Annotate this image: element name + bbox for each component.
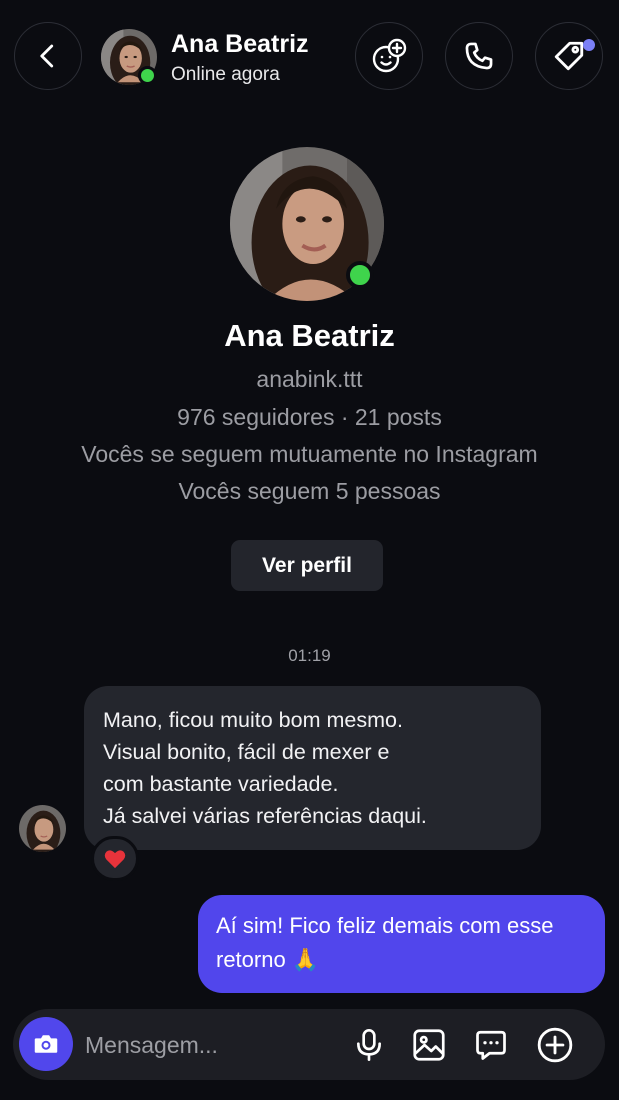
microphone-icon: [357, 1029, 381, 1061]
message-line: com bastante variedade.: [103, 772, 339, 796]
profile-mutual-info: Vocês se seguem mutuamente no Instagram: [81, 441, 538, 467]
profile-name: Ana Beatriz: [224, 318, 395, 353]
chevron-left-icon: [40, 44, 54, 68]
header-status: Online agora: [171, 64, 280, 85]
profile-online-indicator: [346, 261, 374, 289]
message-line: Mano, ficou muito bom mesmo.: [103, 708, 403, 732]
gallery-button[interactable]: [406, 1022, 452, 1068]
profile-handle: anabink.ttt: [256, 366, 363, 392]
message-composer: [13, 1009, 605, 1080]
profile-stats: 976 seguidores · 21 posts: [177, 404, 442, 430]
heart-reaction[interactable]: [91, 836, 139, 881]
notification-dot: [583, 39, 595, 51]
heart-icon: [104, 849, 126, 868]
message-input[interactable]: [85, 1027, 335, 1063]
back-button[interactable]: [14, 22, 82, 90]
header-online-indicator: [138, 66, 157, 85]
view-profile-button[interactable]: Ver perfil: [231, 540, 383, 591]
camera-button[interactable]: [19, 1017, 73, 1071]
chat-bubble-icon: [476, 1030, 506, 1060]
sticker-button[interactable]: [468, 1022, 514, 1068]
header-contact-name[interactable]: Ana Beatriz: [171, 30, 309, 59]
plus-button[interactable]: [532, 1022, 578, 1068]
plus-circle-icon: [537, 1027, 573, 1063]
outgoing-message-bubble[interactable]: Aí sim! Fico feliz demais com esse retor…: [198, 895, 605, 993]
message-line: retorno 🙏: [216, 947, 320, 972]
sender-avatar[interactable]: [19, 805, 66, 852]
tag-icon: [554, 41, 584, 71]
tag-button[interactable]: [535, 22, 603, 90]
message-line: Visual bonito, fácil de mexer e: [103, 740, 390, 764]
microphone-button[interactable]: [346, 1022, 392, 1068]
camera-icon: [34, 1035, 58, 1053]
add-people-button[interactable]: [355, 22, 423, 90]
add-people-icon: [372, 38, 407, 73]
call-button[interactable]: [445, 22, 513, 90]
message-line: Já salvei várias referências daqui.: [103, 804, 427, 828]
phone-icon: [465, 42, 493, 70]
incoming-message-bubble[interactable]: Mano, ficou muito bom mesmo. Visual boni…: [84, 686, 541, 850]
image-icon: [413, 1029, 445, 1061]
message-line: Aí sim! Fico feliz demais com esse: [216, 913, 554, 938]
profile-follow-info: Vocês seguem 5 pessoas: [178, 478, 441, 504]
message-timestamp: 01:19: [288, 646, 331, 665]
